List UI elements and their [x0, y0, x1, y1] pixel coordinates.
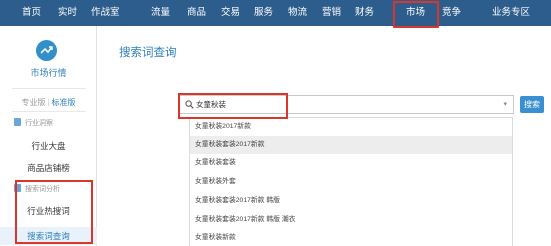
nav-logistics[interactable]: 物流 — [288, 0, 307, 26]
nav-market-highlight — [393, 1, 439, 28]
nav-business-zone[interactable]: 业务专区 — [492, 0, 530, 26]
nav-traffic[interactable]: 流量 — [151, 0, 170, 26]
nav-marketing[interactable]: 营销 — [322, 0, 341, 26]
version-standard-tab[interactable]: 标准版 — [52, 98, 76, 107]
suggestion-dropdown: 女童秋装2017新款 女童秋装套装2017新款 女童秋装套装 女童秋装外套 女童… — [189, 117, 513, 246]
suggestion-item[interactable]: 女童秋装套装2017新款 — [190, 136, 512, 154]
divider — [12, 111, 86, 112]
document-icon — [14, 118, 21, 126]
version-pro-tab[interactable]: 专业版 — [21, 98, 45, 107]
suggestion-item[interactable]: 女童秋装新款 — [190, 229, 512, 246]
nav-realtime[interactable]: 实时 — [58, 0, 77, 26]
page-title: 搜索词查询 — [119, 47, 177, 59]
nav-service[interactable]: 服务 — [254, 0, 273, 26]
sidebar-item-product-shop-ranking[interactable]: 商品店铺榜 — [0, 160, 97, 176]
sidebar-section-label: 行业洞察 — [25, 120, 53, 127]
suggestion-item[interactable]: 女童秋装套装 — [190, 154, 512, 172]
nav-products[interactable]: 商品 — [187, 0, 206, 26]
divider — [12, 88, 86, 89]
version-divider: | — [47, 98, 50, 107]
sidebar-highlight — [15, 180, 93, 244]
sidebar-section-industry: 行业洞察 — [14, 118, 53, 128]
suggestion-item[interactable]: 女童秋装2017新款 — [190, 118, 512, 136]
nav-competition[interactable]: 竞争 — [442, 0, 461, 26]
version-switch: 专业版 | 标准版 — [0, 97, 97, 108]
sidebar-item-industry-overview[interactable]: 行业大盘 — [0, 138, 97, 154]
nav-home[interactable]: 首页 — [22, 0, 41, 26]
suggestion-item[interactable]: 女童秋装外套 — [190, 173, 512, 191]
nav-war-room[interactable]: 作战室 — [91, 0, 120, 26]
top-nav: 首页 实时 作战室 流量 商品 交易 服务 物流 营销 财务 市场 竞争 业务专… — [0, 0, 551, 26]
trend-chart-icon — [36, 40, 57, 61]
sidebar-title: 市场行情 — [30, 68, 67, 78]
search-button[interactable]: 搜索 — [520, 96, 544, 113]
nav-trade[interactable]: 交易 — [221, 0, 240, 26]
suggestion-item[interactable]: 女童秋装套装2017新款 韩版 — [190, 192, 512, 210]
chevron-down-icon[interactable]: ▾ — [503, 96, 507, 113]
suggestion-item[interactable]: 女童秋装套装2017新款 韩版 潮衣 — [190, 211, 512, 229]
nav-finance[interactable]: 财务 — [355, 0, 374, 26]
search-highlight — [178, 93, 288, 119]
